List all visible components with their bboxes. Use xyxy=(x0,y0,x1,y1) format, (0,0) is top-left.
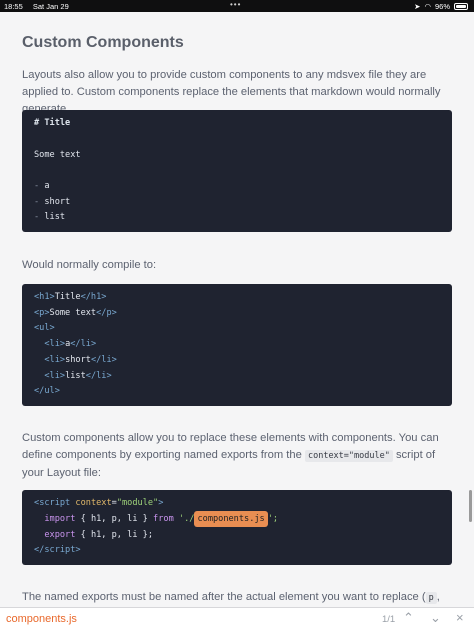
inline-code: p xyxy=(425,592,437,604)
code-line: Some text xyxy=(34,150,81,160)
location-icon: ➤ xyxy=(414,1,421,11)
find-next-icon[interactable]: ⌄ xyxy=(430,610,441,626)
battery-icon xyxy=(454,2,468,10)
code-line: <li>list</li> xyxy=(44,371,112,381)
inline-code: context="module" xyxy=(304,450,393,462)
find-bar: components.js 1/1 ⌃ ⌄ × xyxy=(0,607,474,632)
paragraph-compile: Would normally compile to: xyxy=(22,259,157,271)
code-line: </ul> xyxy=(34,386,60,396)
find-match-highlight: components.js xyxy=(194,511,268,527)
find-close-icon[interactable]: × xyxy=(456,610,464,625)
multitask-dots-icon[interactable]: ••• xyxy=(230,0,241,9)
code-line: <p>Some text</p> xyxy=(34,308,117,318)
battery-percentage: 96% xyxy=(434,1,450,11)
code-line: import { h1, p, li } from './components.… xyxy=(34,511,278,527)
code-block-html: <h1>Title</h1> <p>Some text</p> <ul> <li… xyxy=(22,284,452,406)
code-line: <li>short</li> xyxy=(44,355,117,365)
code-line: <li>a</li> xyxy=(44,339,97,349)
code-line: <script context="module"> xyxy=(34,498,164,508)
status-time: 18:55 xyxy=(4,1,23,11)
code-line: - list xyxy=(34,212,66,222)
scrollbar-thumb[interactable] xyxy=(469,490,472,522)
wifi-icon: ◠ xyxy=(424,1,431,11)
code-line: - short xyxy=(34,197,71,207)
status-bar: 18:55 Sat Jan 29 ••• ➤ ◠ 96% xyxy=(0,0,474,12)
paragraph-custom-components: Custom components allow you to replace t… xyxy=(22,432,439,479)
code-line: </script> xyxy=(34,545,81,555)
code-line: - a xyxy=(34,181,50,191)
code-block-markdown: # Title Some text - a - short - list xyxy=(22,110,452,232)
code-line: # Title xyxy=(34,118,71,128)
code-line: export { h1, p, li }; xyxy=(44,530,154,540)
status-date: Sat Jan 29 xyxy=(32,1,69,11)
paragraph-named-exports: The named exports must be named after th… xyxy=(22,591,440,604)
code-line: <ul> xyxy=(34,323,55,333)
code-line: <h1>Title</h1> xyxy=(34,292,107,302)
find-search-term[interactable]: components.js xyxy=(6,613,77,625)
section-heading: Custom Components xyxy=(22,34,184,51)
find-match-count: 1/1 xyxy=(382,614,396,625)
code-block-script: <script context="module"> import { h1, p… xyxy=(22,490,452,565)
find-previous-icon[interactable]: ⌃ xyxy=(403,610,414,626)
